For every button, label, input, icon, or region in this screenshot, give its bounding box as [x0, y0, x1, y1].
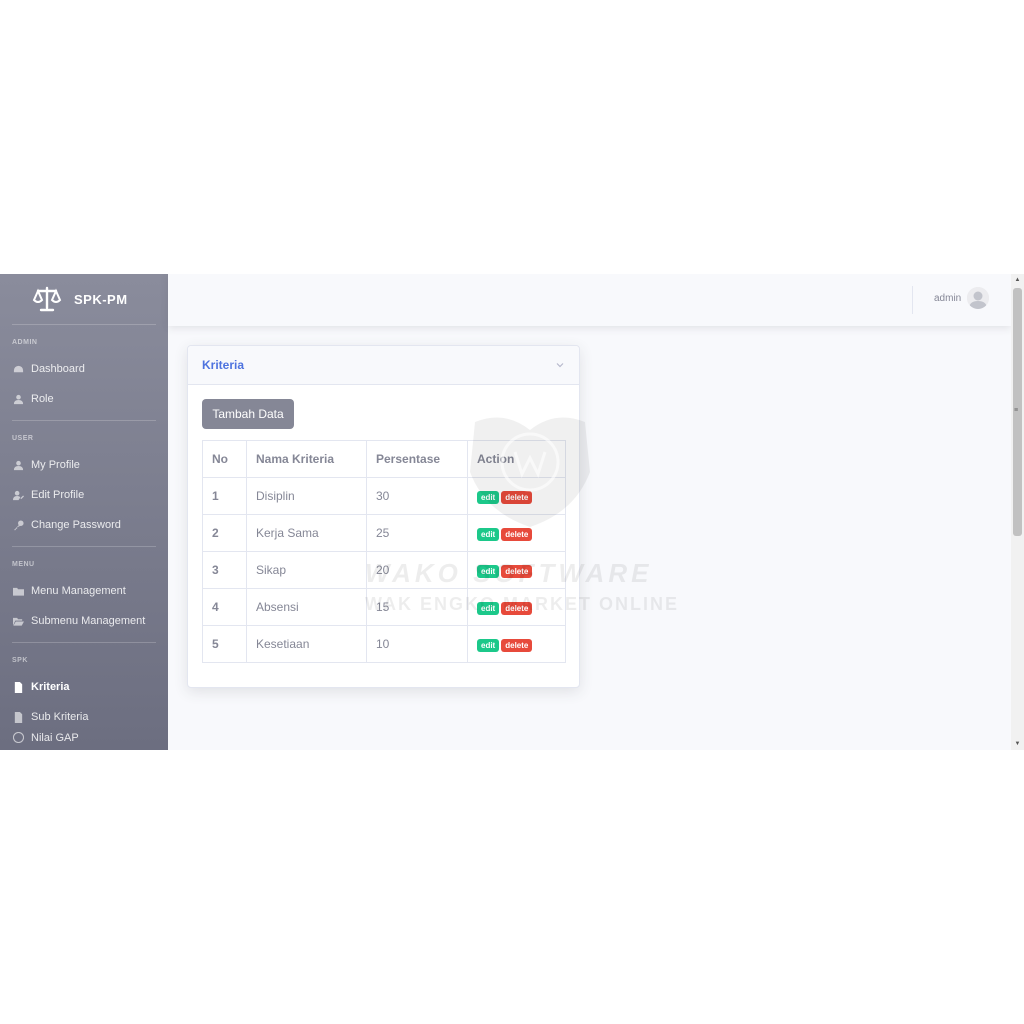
edit-button[interactable]: edit	[477, 490, 500, 504]
edit-button[interactable]: edit	[477, 527, 500, 541]
sidebar-divider	[12, 546, 156, 547]
topbar: admin	[168, 274, 1011, 326]
table-row: 4 Absensi 15 edit delete	[202, 588, 566, 626]
cell-nama-kriteria: Kerja Sama	[246, 514, 367, 552]
sidebar-heading-menu: MENU	[12, 561, 35, 568]
sidebar-item-my-profile[interactable]: My Profile	[0, 450, 168, 480]
delete-button[interactable]: delete	[501, 638, 533, 652]
sidebar-item-change-password[interactable]: Change Password	[0, 510, 168, 540]
cell-action: edit delete	[467, 588, 566, 626]
table-row: 5 Kesetiaan 10 edit delete	[202, 625, 566, 663]
folder-icon	[13, 586, 24, 597]
cell-persentase: 25	[366, 514, 468, 552]
column-header-no: No	[202, 440, 247, 478]
topbar-divider	[912, 286, 913, 314]
avatar[interactable]	[967, 287, 989, 309]
add-data-button[interactable]: Tambah Data	[202, 399, 294, 429]
sidebar-heading-user: USER	[12, 435, 34, 442]
cell-nama-kriteria: Disiplin	[246, 477, 367, 515]
sidebar-item-label: Kriteria	[31, 681, 70, 693]
edit-button[interactable]: edit	[477, 564, 500, 578]
kriteria-table: No Nama Kriteria Persentase Action 1 Dis…	[202, 440, 566, 663]
sidebar: SPK-PM ADMIN Dashboard Role USER My Prof…	[0, 274, 168, 750]
column-header-persentase: Persentase	[366, 440, 468, 478]
kriteria-card: Kriteria Tambah Data No Nama Kriteria Pe…	[187, 345, 580, 688]
cell-action: edit delete	[467, 625, 566, 663]
scroll-up-arrow-icon[interactable]: ▲	[1011, 274, 1024, 286]
cell-persentase: 10	[366, 625, 468, 663]
key-icon	[13, 519, 24, 531]
cell-no: 2	[202, 514, 247, 552]
cell-nama-kriteria: Kesetiaan	[246, 625, 367, 663]
app-window: SPK-PM ADMIN Dashboard Role USER My Prof…	[0, 274, 1024, 750]
sidebar-item-sub-kriteria[interactable]: Sub Kriteria	[0, 702, 168, 732]
column-header-nama-kriteria: Nama Kriteria	[246, 440, 367, 478]
sidebar-item-label: Nilai GAP	[31, 732, 79, 744]
user-name[interactable]: admin	[934, 293, 961, 304]
scroll-down-arrow-icon[interactable]: ▼	[1011, 738, 1024, 750]
table-row: 1 Disiplin 30 edit delete	[202, 477, 566, 515]
cell-persentase: 20	[366, 551, 468, 589]
sidebar-divider	[12, 420, 156, 421]
sidebar-item-label: Menu Management	[31, 585, 126, 597]
column-header-action: Action	[467, 440, 566, 478]
cell-no: 5	[202, 625, 247, 663]
card-title: Kriteria	[202, 358, 245, 372]
user-icon	[13, 394, 24, 405]
user-edit-icon	[13, 490, 24, 501]
chart-icon	[13, 732, 24, 743]
sidebar-item-nilai-gap[interactable]: Nilai GAP	[0, 732, 168, 750]
sidebar-divider	[12, 642, 156, 643]
sidebar-item-label: Role	[31, 393, 54, 405]
sidebar-divider	[12, 324, 156, 325]
sidebar-item-role[interactable]: Role	[0, 384, 168, 414]
delete-button[interactable]: delete	[501, 601, 533, 615]
tachometer-icon	[13, 364, 24, 375]
sidebar-heading-admin: ADMIN	[12, 339, 38, 346]
cell-action: edit delete	[467, 551, 566, 589]
delete-button[interactable]: delete	[501, 490, 533, 504]
cell-action: edit delete	[467, 477, 566, 515]
sidebar-item-dashboard[interactable]: Dashboard	[0, 354, 168, 384]
sidebar-brand[interactable]: SPK-PM	[0, 274, 168, 324]
sidebar-item-label: Submenu Management	[31, 615, 146, 627]
cell-no: 1	[202, 477, 247, 515]
chevron-down-icon[interactable]	[555, 360, 565, 370]
sidebar-heading-spk: SPK	[12, 657, 28, 664]
user-icon	[13, 460, 24, 471]
brand-name: SPK-PM	[74, 291, 128, 307]
scroll-grip-icon: ≡	[1014, 407, 1019, 414]
table-row: 2 Kerja Sama 25 edit delete	[202, 514, 566, 552]
sidebar-item-label: Sub Kriteria	[31, 711, 89, 723]
card-header[interactable]: Kriteria	[188, 346, 579, 385]
folder-open-icon	[13, 616, 24, 627]
balance-scale-icon	[32, 286, 62, 312]
file-icon	[13, 681, 24, 693]
sidebar-item-edit-profile[interactable]: Edit Profile	[0, 480, 168, 510]
file-alt-icon	[13, 711, 24, 723]
table-header-row: No Nama Kriteria Persentase Action	[202, 440, 566, 478]
user-avatar-icon	[967, 287, 989, 309]
cell-nama-kriteria: Sikap	[246, 551, 367, 589]
cell-no: 4	[202, 588, 247, 626]
edit-button[interactable]: edit	[477, 638, 500, 652]
sidebar-item-label: Change Password	[31, 519, 121, 531]
edit-button[interactable]: edit	[477, 601, 500, 615]
sidebar-item-label: Dashboard	[31, 363, 85, 375]
sidebar-item-submenu-management[interactable]: Submenu Management	[0, 606, 168, 636]
table-row: 3 Sikap 20 edit delete	[202, 551, 566, 589]
cell-nama-kriteria: Absensi	[246, 588, 367, 626]
sidebar-item-label: My Profile	[31, 459, 80, 471]
cell-no: 3	[202, 551, 247, 589]
cell-persentase: 15	[366, 588, 468, 626]
sidebar-item-label: Edit Profile	[31, 489, 85, 501]
delete-button[interactable]: delete	[501, 564, 533, 578]
cell-persentase: 30	[366, 477, 468, 515]
page-scrollbar[interactable]: ▲ ≡ ▼	[1011, 274, 1024, 750]
sidebar-item-kriteria[interactable]: Kriteria	[0, 672, 168, 702]
delete-button[interactable]: delete	[501, 527, 533, 541]
cell-action: edit delete	[467, 514, 566, 552]
sidebar-item-menu-management[interactable]: Menu Management	[0, 576, 168, 606]
